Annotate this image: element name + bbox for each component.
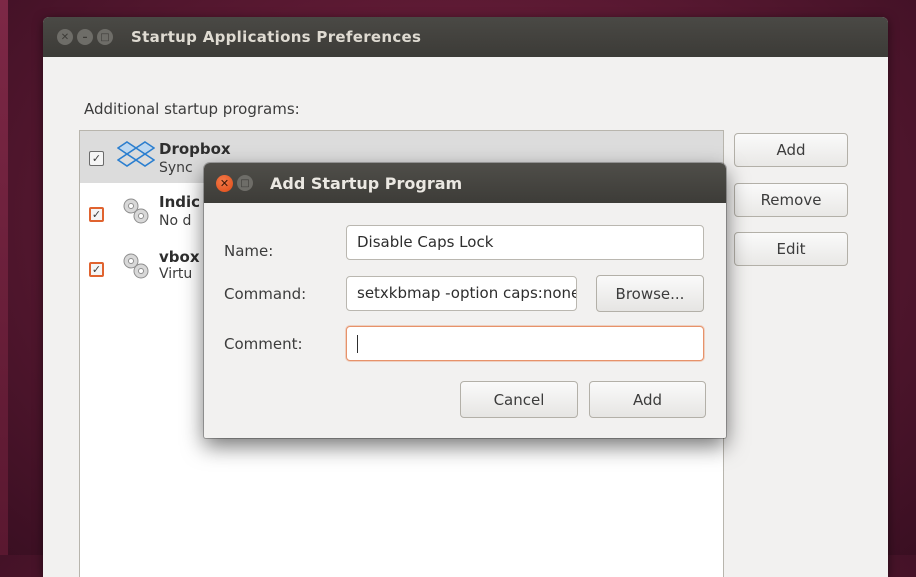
- dialog-title: Add Startup Program: [270, 173, 463, 193]
- command-field[interactable]: setxkbmap -option caps:none: [346, 276, 577, 311]
- maximize-window-icon[interactable]: □: [97, 29, 113, 45]
- program-description: Sync: [159, 160, 193, 176]
- program-name: Indic: [159, 193, 201, 211]
- dialog-add-button[interactable]: Add: [589, 381, 706, 418]
- cancel-button[interactable]: Cancel: [460, 381, 578, 418]
- gears-icon: [123, 253, 149, 279]
- program-name: vbox: [159, 248, 200, 266]
- gears-icon: [123, 198, 149, 224]
- desktop-background: [0, 0, 8, 555]
- command-label: Command:: [224, 285, 307, 303]
- program-name: Dropbox: [159, 140, 231, 158]
- program-description: No d: [159, 213, 192, 229]
- comment-field[interactable]: [346, 326, 704, 361]
- minimize-window-icon[interactable]: –: [77, 29, 93, 45]
- dialog-titlebar: ✕ □ Add Startup Program: [204, 163, 726, 203]
- comment-label: Comment:: [224, 335, 303, 353]
- window-title: Startup Applications Preferences: [131, 28, 422, 46]
- add-button[interactable]: Add: [734, 133, 848, 167]
- maximize-dialog-icon[interactable]: □: [237, 175, 253, 191]
- close-window-icon[interactable]: ✕: [57, 29, 73, 45]
- edit-button[interactable]: Edit: [734, 232, 848, 266]
- add-startup-program-dialog: ✕ □ Add Startup Program Name: Disable Ca…: [204, 163, 726, 438]
- window-titlebar: ✕ – □ Startup Applications Preferences: [43, 17, 888, 57]
- section-label: Additional startup programs:: [84, 100, 300, 118]
- name-label: Name:: [224, 242, 274, 260]
- remove-button[interactable]: Remove: [734, 183, 848, 217]
- close-dialog-icon[interactable]: ✕: [216, 174, 233, 192]
- dropbox-icon: [117, 141, 155, 167]
- text-caret: [357, 334, 358, 353]
- enable-checkbox[interactable]: ✓: [89, 207, 104, 222]
- enable-checkbox[interactable]: ✓: [89, 262, 104, 277]
- name-field[interactable]: Disable Caps Lock: [346, 225, 704, 260]
- enable-checkbox[interactable]: ✓: [89, 151, 104, 166]
- browse-button[interactable]: Browse...: [596, 275, 704, 312]
- program-description: Virtu: [159, 266, 193, 282]
